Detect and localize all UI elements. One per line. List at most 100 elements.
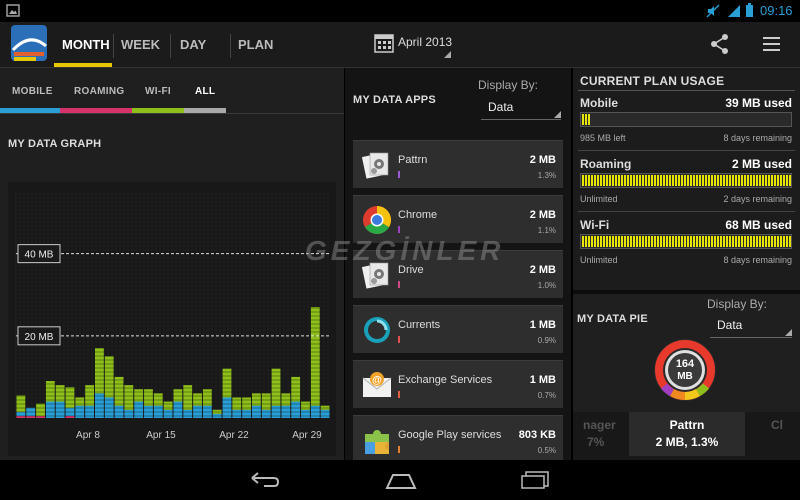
home-icon[interactable] xyxy=(385,472,417,490)
subtab-roaming[interactable]: ROAMING xyxy=(74,86,124,97)
graph-panel: MOBILE ROAMING WI-FI ALL MY DATA GRAPH 4… xyxy=(0,68,344,460)
bar-wifi xyxy=(222,368,232,398)
x-tick-label: Apr 15 xyxy=(146,430,176,441)
usage-tick xyxy=(708,236,710,247)
data-pie-chart[interactable]: 164 MB xyxy=(650,336,720,404)
usage-tick xyxy=(618,175,620,186)
usage-tick xyxy=(612,236,614,247)
data-usage-chart[interactable]: 40 MB 20 MB Apr 8 Apr 15 Apr 22 Apr 29 xyxy=(8,182,336,456)
usage-tick xyxy=(663,236,665,247)
divider xyxy=(578,150,795,151)
x-tick-label: Apr 22 xyxy=(219,430,249,441)
usage-tick xyxy=(660,175,662,186)
apps-title: MY DATA APPS xyxy=(353,94,436,106)
tab-month[interactable]: MONTH xyxy=(62,22,110,68)
usage-tick xyxy=(687,175,689,186)
bar-wifi xyxy=(114,376,124,406)
usage-tick xyxy=(753,175,755,186)
usage-tick xyxy=(714,236,716,247)
usage-tick xyxy=(702,175,704,186)
plan-left-mobile: 985 MB left xyxy=(580,133,626,143)
share-icon[interactable] xyxy=(709,33,731,55)
usage-tick xyxy=(597,175,599,186)
app-row-currents[interactable]: Currents 1 MB 0.9% xyxy=(353,305,563,353)
usage-tick xyxy=(747,175,749,186)
back-icon[interactable] xyxy=(250,472,280,490)
usage-tick xyxy=(750,236,752,247)
usage-tick xyxy=(741,236,743,247)
usage-tick xyxy=(726,236,728,247)
usage-tick xyxy=(765,236,767,247)
subtab-all[interactable]: ALL xyxy=(195,86,215,97)
status-bar: 09:16 xyxy=(0,0,800,22)
app-logo-icon[interactable] xyxy=(10,24,50,66)
battery-icon xyxy=(746,3,753,17)
subtab-mobile[interactable]: MOBILE xyxy=(12,86,53,97)
app-row-google-play-services[interactable]: Google Play services 803 KB 0.5% xyxy=(353,415,563,460)
usage-tick xyxy=(612,175,614,186)
plan-used-wifi: 68 MB used xyxy=(725,218,792,232)
usage-tick xyxy=(699,175,701,186)
bar-wifi xyxy=(124,385,134,410)
bar-wifi xyxy=(36,403,45,416)
tab-divider xyxy=(170,34,171,58)
app-usage-bar xyxy=(398,446,400,453)
app-percent: 0.5% xyxy=(537,446,556,455)
usage-tick xyxy=(738,236,740,247)
usage-tick xyxy=(732,236,734,247)
tab-plan[interactable]: PLAN xyxy=(238,22,273,68)
legend-prev-name: nager xyxy=(583,418,616,432)
legend-selected-card[interactable]: Pattrn 2 MB, 1.3% xyxy=(629,412,745,456)
tab-week[interactable]: WEEK xyxy=(121,22,160,68)
usage-tick xyxy=(786,175,788,186)
signal-icon xyxy=(728,5,740,17)
action-bar: MONTH WEEK DAY PLAN April 2013 xyxy=(0,22,800,68)
usage-tick xyxy=(723,175,725,186)
bar-wifi xyxy=(104,356,114,398)
bar-mobile xyxy=(242,409,251,418)
usage-tick xyxy=(663,175,665,186)
dropdown-triangle-icon xyxy=(444,51,451,58)
tab-day[interactable]: DAY xyxy=(180,22,206,68)
plan-left-wifi: Unlimited xyxy=(580,255,618,265)
usage-tick xyxy=(771,175,773,186)
usage-tick xyxy=(750,175,752,186)
usage-tick xyxy=(702,236,704,247)
pie-display-by-select[interactable]: Data xyxy=(710,318,792,338)
apps-display-by-select[interactable]: Data xyxy=(481,100,561,120)
usage-tick xyxy=(615,175,617,186)
usage-tick xyxy=(756,175,758,186)
app-row-exchange-services[interactable]: @ Exchange Services 1 MB 0.7% xyxy=(353,360,563,408)
plan-name-mobile: Mobile xyxy=(580,96,618,110)
bar-mobile xyxy=(124,409,134,418)
mute-icon xyxy=(706,4,720,18)
app-row-pattrn[interactable]: Pattrn 2 MB 1.3% xyxy=(353,140,563,188)
usage-tick xyxy=(630,175,632,186)
app-percent: 1.3% xyxy=(537,171,556,180)
app-percent: 1.0% xyxy=(537,281,556,290)
usage-tick xyxy=(660,236,662,247)
pie-legend-carousel[interactable]: nager 7% Pattrn 2 MB, 1.3% Cl xyxy=(573,412,800,460)
usage-tick xyxy=(783,236,785,247)
usage-tick xyxy=(771,236,773,247)
subtab-wifi[interactable]: WI-FI xyxy=(145,86,171,97)
date-picker[interactable]: April 2013 xyxy=(374,32,456,60)
bar-mobile xyxy=(232,409,242,418)
usage-tick xyxy=(789,236,791,247)
display-by-label: Display By: xyxy=(707,297,768,311)
usage-tick xyxy=(600,236,602,247)
usage-tick xyxy=(642,175,644,186)
usage-tick xyxy=(666,236,668,247)
usage-tick xyxy=(672,236,674,247)
usage-tick xyxy=(654,175,656,186)
usage-tick xyxy=(582,236,584,247)
recent-apps-icon[interactable] xyxy=(520,470,550,490)
usage-tick xyxy=(744,175,746,186)
overflow-menu-icon[interactable] xyxy=(762,35,782,53)
usage-tick xyxy=(678,175,680,186)
dropdown-triangle-icon xyxy=(785,329,792,336)
usage-tick xyxy=(711,175,713,186)
usage-tick xyxy=(789,175,791,186)
usage-tick xyxy=(606,175,608,186)
usage-tick xyxy=(585,236,587,247)
